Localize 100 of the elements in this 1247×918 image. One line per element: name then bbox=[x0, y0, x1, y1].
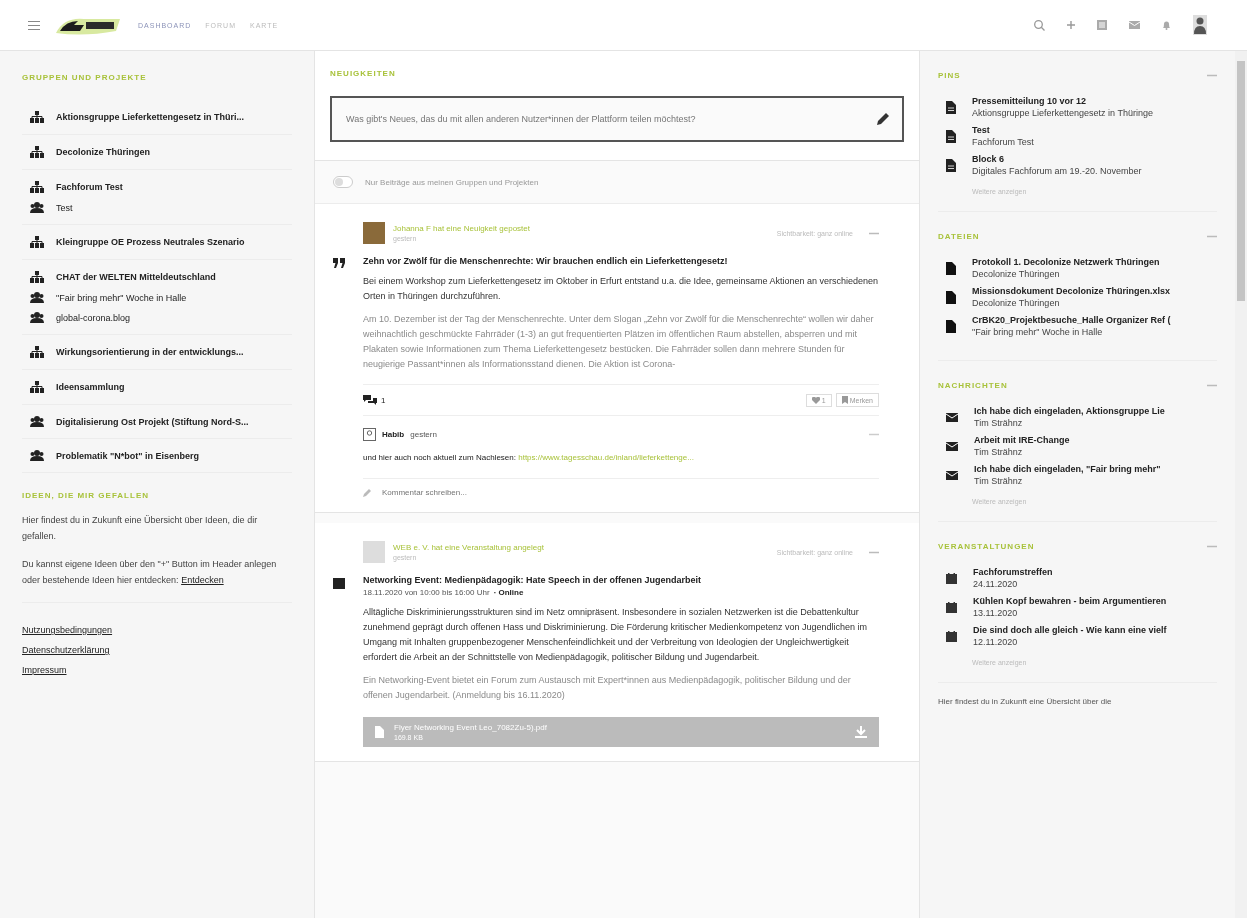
item-subtitle: Tim Strähnz bbox=[974, 447, 1024, 457]
comment-field[interactable]: Kommentar schreiben... bbox=[380, 487, 879, 498]
comment-count: 1 bbox=[381, 395, 386, 405]
comment-text: und hier auch noch aktuell zum Nachlesen: https://www.tagesschau.de/inland/lieferkettenge... bbox=[363, 453, 695, 462]
plus-icon[interactable] bbox=[1067, 21, 1075, 29]
sidebar-item[interactable]: Test bbox=[56, 202, 73, 213]
post-text: Am 10. Dezember ist der Tag der Menschenrechte. Unter dem Slogan „Zehn vor Zwölf für die Menschenrechte“ wollen wir daher weihnachtlich geschmückte Fahrräder (1-3) an gut frequentierten Plätzen im öffentlichen Raum abstellen, absperren und mit Plakaten sowie Informationen zum Thema Lieferkettengesetz bestücken. Die Fahrräder sollen dann mehrere Stunden für neugierige Passant*innen als Informationsstand dienen. Die Aktion ist Corona- bbox=[363, 313, 875, 371]
filter-label: Nur Beiträge aus meinen Gruppen und Projekten bbox=[365, 177, 539, 187]
list-icon[interactable] bbox=[1097, 20, 1107, 30]
document-icon bbox=[946, 100, 956, 114]
collapse-icon[interactable] bbox=[1207, 545, 1217, 548]
discover-link[interactable]: Entdecken bbox=[181, 575, 224, 585]
menu-icon[interactable] bbox=[28, 20, 40, 30]
comment-author[interactable]: Habib bbox=[382, 430, 405, 439]
sidebar-item[interactable]: Kleingruppe OE Prozess Neutrales Szenario bbox=[56, 237, 245, 247]
more-icon[interactable] bbox=[869, 433, 879, 436]
footer-link[interactable]: Impressum bbox=[22, 665, 67, 675]
sidebar-item[interactable]: Ideensammlung bbox=[56, 382, 125, 392]
item-title[interactable]: Arbeit mit IRE-Change bbox=[974, 435, 1070, 445]
search-icon[interactable] bbox=[1034, 19, 1045, 31]
calendar-icon bbox=[333, 577, 345, 589]
sidebar-item[interactable]: CHAT der WELTEN Mitteldeutschland bbox=[56, 272, 216, 282]
file-icon bbox=[946, 261, 956, 275]
people-icon bbox=[30, 450, 44, 461]
item-title[interactable]: Test bbox=[972, 125, 1034, 135]
sidebar-item[interactable]: Fachforum Test bbox=[56, 182, 123, 192]
section-heading: IDEEN, DIE MIR GEFALLEN bbox=[22, 491, 150, 500]
section-heading: PINS bbox=[938, 71, 961, 80]
comment-time: gestern bbox=[410, 430, 437, 439]
item-title[interactable]: Die sind doch alle gleich - Wie kann eine vielf bbox=[973, 625, 1167, 635]
post-text: Bei einem Workshop zum Lieferkettengesetz im Oktober in Erfurt entstand u.a. die Idee, gemeinsame Aktionen an verschiedenen Orten in Thüringen durchzuführen. bbox=[363, 275, 879, 303]
item-title[interactable]: Missionsdokument Decolonize Thüringen.xlsx bbox=[972, 286, 1171, 296]
item-subtitle: Tim Strähnz bbox=[974, 418, 1024, 428]
section-heading: NACHRICHTEN bbox=[938, 381, 1008, 390]
item-title[interactable]: CrBK20_Projektbesuche_Halle Organizer Ref ( bbox=[972, 315, 1171, 325]
event-date: 18.11.2020 von 10:00 bis 16:00 Uhr bbox=[363, 588, 490, 597]
item-title[interactable]: Ich habe dich eingeladen, Aktionsgruppe Lie bbox=[974, 406, 1165, 416]
post-composer-field[interactable]: Was gibt's Neues, das du mit allen anderen Nutzer*innen der Plattform teilen möchtest? bbox=[330, 96, 904, 142]
section-heading: NEUIGKEITEN bbox=[330, 69, 397, 78]
sidebar-item[interactable]: "Fair bring mehr" Woche in Halle bbox=[56, 292, 187, 303]
bell-icon[interactable] bbox=[1162, 20, 1171, 30]
section-heading: GRUPPEN UND PROJEKTE bbox=[22, 73, 148, 82]
sidebar-item[interactable]: Wirkungsorientierung in der entwicklungs... bbox=[56, 347, 244, 357]
collapse-icon[interactable] bbox=[1207, 235, 1217, 238]
calendar-icon bbox=[946, 630, 957, 642]
envelope-icon bbox=[946, 441, 958, 451]
post-text: Ein Networking-Event bietet ein Forum zum Austausch mit Expert*innen aus Medienpädagogik, politischer Bildung und der offenen Jugendarbeit. (Anmeldung bis 16.11.2020) bbox=[363, 674, 852, 702]
sidebar-item[interactable]: Aktionsgruppe Lieferkettengesetz in Thüri... bbox=[56, 112, 245, 122]
user-icon bbox=[363, 428, 376, 441]
file-icon bbox=[375, 726, 384, 738]
quote-icon bbox=[333, 258, 345, 268]
post-title[interactable]: Networking Event: Medienpädagogik: Hate Speech in der offenen Jugendarbeit bbox=[363, 575, 879, 585]
item-title[interactable]: Pressemitteilung 10 vor 12 bbox=[972, 96, 1153, 106]
item-subtitle: Fachforum Test bbox=[972, 137, 1034, 147]
collapse-icon[interactable] bbox=[1207, 74, 1217, 77]
post-text: Alltägliche Diskriminierungsstrukturen sind im Netz omnipräsent. Insbesondere in sozialen Netzwerken ist die Debattenkultur zunehmend geprägt durch offenen Hass und Diskriminierung. Die Förderung kritischer Medienkompetenz von Jugendlichen im Umgang mit Inhalten gruppenbezogener Menschenfeindlichkeit und der Verbreitung von Ideologien der Ungleichwertigkeit erfordert die Arbeit an der Schnittstelle von Medienpädagogik, politischer Bildung und Jugendarbeit. bbox=[363, 606, 869, 664]
calendar-icon bbox=[946, 601, 957, 613]
calendar-icon bbox=[946, 572, 957, 584]
section-heading: DATEIEN bbox=[938, 232, 980, 241]
item-title[interactable]: Protokoll 1. Decolonize Netzwerk Thüringen bbox=[972, 257, 1160, 267]
org-chart-icon bbox=[30, 111, 44, 123]
bookmark-icon bbox=[841, 396, 848, 404]
more-icon[interactable] bbox=[869, 231, 879, 235]
document-icon bbox=[946, 158, 956, 172]
item-title[interactable]: Ich habe dich eingeladen, "Fair bring mehr" bbox=[974, 464, 1161, 474]
envelope-icon bbox=[946, 470, 958, 480]
toggle-switch[interactable] bbox=[333, 176, 353, 188]
sidebar-item[interactable]: global-corona.blog bbox=[56, 312, 131, 323]
item-subtitle: 24.11.2020 bbox=[973, 579, 1019, 589]
comments-icon[interactable] bbox=[363, 395, 377, 405]
item-title[interactable]: Fachforumstreffen bbox=[973, 567, 1053, 577]
people-icon bbox=[30, 202, 44, 213]
pencil-icon bbox=[363, 488, 372, 497]
item-subtitle: Tim Strähnz bbox=[974, 476, 1024, 486]
post-title[interactable]: Zehn vor Zwölf für die Menschenrechte: Wir brauchen endlich ein Lieferkettengesetz! bbox=[363, 256, 879, 266]
item-subtitle: Digitales Fachforum am 19.-20. November bbox=[972, 166, 1142, 176]
sidebar-item[interactable]: Decolonize Thüringen bbox=[56, 147, 150, 157]
section-heading: VERANSTALTUNGEN bbox=[938, 542, 1035, 551]
people-icon bbox=[30, 292, 44, 303]
people-icon bbox=[30, 416, 44, 427]
pencil-icon[interactable] bbox=[876, 112, 890, 126]
scroll-thumb[interactable] bbox=[1237, 61, 1245, 301]
item-title[interactable]: Kühlen Kopf bewahren - beim Argumentieren bbox=[973, 596, 1167, 606]
info-text: Hier findest du in Zukunft eine Übersicht über Ideen, die dir gefallen. bbox=[22, 514, 259, 543]
info-text: Hier findest du in Zukunft eine Übersicht über die bbox=[938, 697, 1113, 706]
sidebar-item[interactable]: Problematik "N*bot" in Eisenberg bbox=[56, 450, 200, 461]
footer-link[interactable]: Nutzungsbedingungen bbox=[22, 625, 113, 635]
item-subtitle: 13.11.2020 bbox=[973, 608, 1019, 618]
item-title[interactable]: Block 6 bbox=[972, 154, 1142, 164]
sidebar-item[interactable]: Digitalisierung Ost Projekt (Stiftung Nord-S... bbox=[56, 416, 249, 427]
avatar-icon[interactable] bbox=[1193, 15, 1207, 35]
collapse-icon[interactable] bbox=[1207, 384, 1217, 387]
footer-link[interactable]: Datenschutzerklärung bbox=[22, 645, 110, 655]
more-icon[interactable] bbox=[869, 550, 879, 554]
envelope-icon[interactable] bbox=[1129, 21, 1140, 29]
org-chart-icon bbox=[30, 346, 44, 358]
org-chart-icon bbox=[30, 181, 44, 193]
scroll-bar[interactable] bbox=[1235, 51, 1247, 918]
download-icon bbox=[855, 726, 867, 738]
people-icon bbox=[30, 312, 44, 323]
